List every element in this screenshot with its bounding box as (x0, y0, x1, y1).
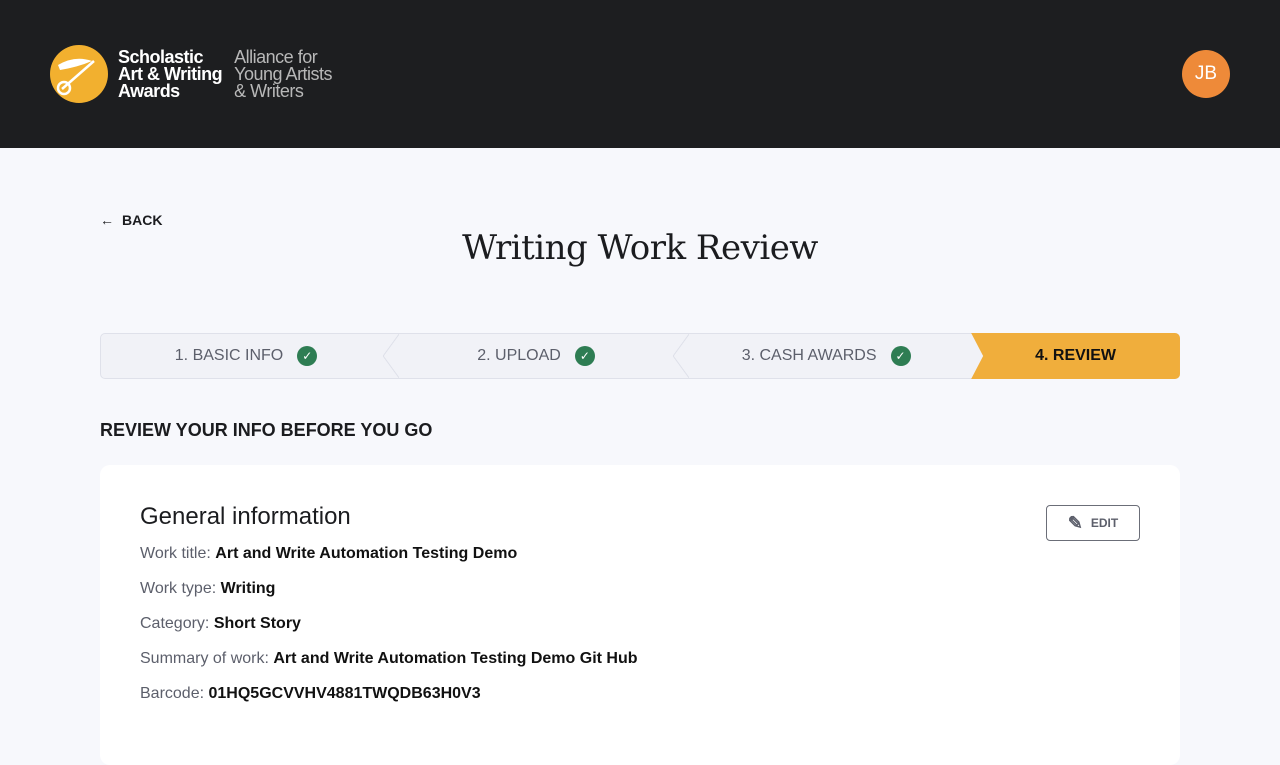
card-heading: General information (140, 503, 351, 530)
header: Scholastic Art & Writing Awards Alliance f… (0, 0, 1280, 148)
alliance-name: Alliance for Young Artists & Writers (234, 46, 333, 101)
general-info-card: General information ✎ EDIT Work title: Ar… (100, 465, 1180, 765)
arrow-left-icon: ← (100, 212, 114, 228)
key-seal-icon (50, 45, 108, 103)
step-label: 1. BASIC INFO (174, 347, 284, 364)
section-subtitle: REVIEW YOUR INFO BEFORE YOU GO (100, 420, 433, 440)
info-row: Work title: Art and Write Automation Tes… (140, 545, 518, 562)
info-row: Barcode: 01HQ5GCVVHV4881TWQDB63H0V3 (140, 685, 481, 702)
back-button[interactable]: ← BACK (100, 212, 162, 228)
step-label: 4. REVIEW (1035, 347, 1117, 364)
step-upload[interactable]: 2. UPLOAD ✓ (391, 334, 690, 378)
back-label: BACK (122, 212, 163, 228)
pencil-icon: ✎ (1067, 512, 1083, 533)
brand-name: Scholastic Art & Writing Awards (118, 46, 223, 101)
check-icon: ✓ (574, 346, 595, 366)
logo[interactable]: Scholastic Art & Writing Awards Alliance f… (50, 45, 333, 103)
stepper: 1. BASIC INFO ✓ 2. UPLOAD ✓ 3. CASH AWARDS… (100, 333, 1180, 379)
step-label: 2. UPLOAD (477, 347, 561, 364)
step-cash-awards[interactable]: 3. CASH AWARDS ✓ (681, 334, 971, 378)
step-basic-info[interactable]: 1. BASIC INFO ✓ (101, 334, 400, 378)
info-row: Summary of work: Art and Write Automatio… (140, 650, 638, 667)
step-review[interactable]: 4. REVIEW (971, 333, 1180, 379)
page-title: Writing Work Review (462, 228, 818, 268)
check-icon: ✓ (890, 346, 911, 366)
edit-button[interactable]: ✎ EDIT (1046, 505, 1140, 541)
info-row: Category: Short Story (140, 615, 301, 632)
check-icon: ✓ (297, 346, 318, 366)
avatar[interactable]: JB (1182, 50, 1230, 98)
step-label: 3. CASH AWARDS (741, 347, 877, 364)
edit-label: EDIT (1090, 516, 1119, 530)
info-row: Work type: Writing (140, 580, 276, 597)
